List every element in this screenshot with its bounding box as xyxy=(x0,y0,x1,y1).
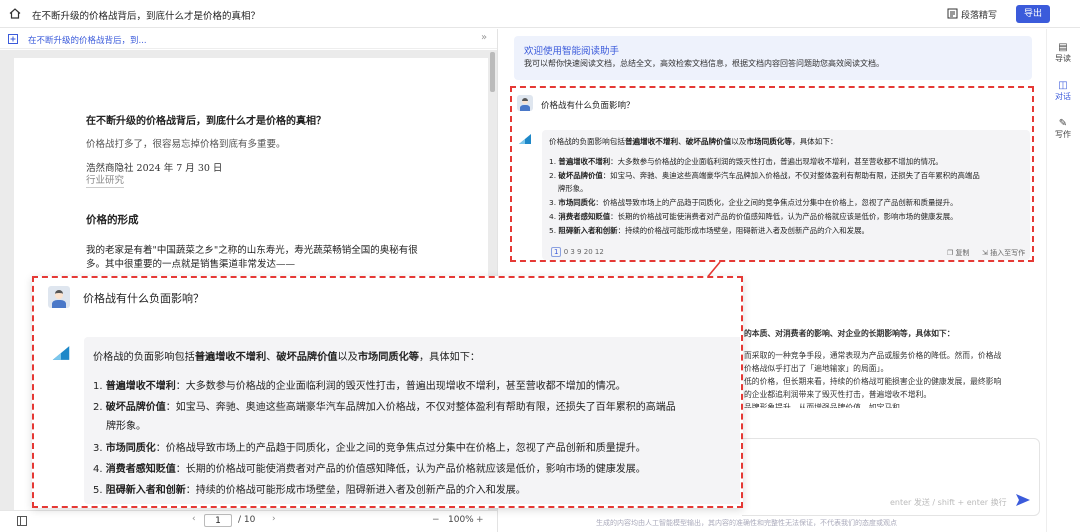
answer-item: 3. 市场同质化：价格战导致市场上的产品趋于同质化，企业之间的竞争焦点过分集中在… xyxy=(549,198,958,207)
zoom-out-button[interactable]: − xyxy=(432,515,440,525)
answer-item-continuation-zoomed: 牌形象。 xyxy=(106,421,146,432)
insert-label: 插入至写作 xyxy=(990,249,1026,257)
side-nav-item-chat[interactable]: ◫ 对话 xyxy=(1046,80,1080,102)
document-tab[interactable]: 在不断升级的价格战背后，到... xyxy=(28,34,147,46)
side-nav xyxy=(1046,29,1080,532)
answer-item-zoomed: 2. 破坏品牌价值：如宝马、奔驰、奥迪这些高端豪华汽车品牌加入价格战，不仅对整体… xyxy=(93,402,676,413)
assistant-logo-icon xyxy=(52,346,70,360)
next-page-icon[interactable]: › xyxy=(272,514,276,524)
bg-answer-line: 低的价格，但长期来看，持续的价格战可能损害企业的健康发展，最终影响 xyxy=(744,377,1002,386)
sidebar-toggle-icon[interactable] xyxy=(17,516,27,526)
input-hint: enter 发送 / shift + enter 换行 xyxy=(890,498,1007,507)
insert-to-writing-button[interactable]: ⇲ 插入至写作 xyxy=(982,248,1025,258)
side-nav-label: 写作 xyxy=(1055,130,1071,139)
export-label: 导出 xyxy=(1023,9,1042,19)
copy-button[interactable]: ❐ 复制 xyxy=(947,248,970,258)
prev-page-icon[interactable]: ‹ xyxy=(192,514,196,524)
reference-icon: 1 xyxy=(551,247,562,257)
collapse-icon[interactable]: » xyxy=(481,32,487,43)
document-title: 在不断升级的价格战背后，到底什么才是价格的真相？ xyxy=(32,11,261,22)
home-icon[interactable] xyxy=(9,8,21,19)
doc-heading: 在不断升级的价格战背后，到底什么才是价格的真相？ xyxy=(86,116,326,127)
welcome-description: 我可以帮你快速阅读文档，总结全文，高效检索文档信息，根据文档内容回答问题助您高效… xyxy=(524,59,884,68)
answer-intro: 价格战的负面影响包括普遍增收不增利、破坏品牌价值以及市场同质化等，具体如下： xyxy=(549,137,838,146)
disclaimer: 生成的内容均由人工智能模型输出，其内容的准确性和完整性无法保证，不代表我们的态度… xyxy=(596,519,897,527)
doc-lead: 价格战打多了，很容易忘掉价格到底有多重要。 xyxy=(86,139,286,150)
answer-item-zoomed: 4. 消费者感知贬值：长期的价格战可能使消费者对产品的价值感知降低，认为产品价格… xyxy=(93,464,646,475)
copy-label: 复制 xyxy=(955,249,970,257)
reader-scrollbar[interactable] xyxy=(490,52,495,92)
bg-answer-line: 而采取的一种竞争手段，通常表现为产品或服务价格的降低。然而，价格战 xyxy=(744,351,1002,360)
side-nav-label: 对话 xyxy=(1055,92,1071,101)
page-total: / 10 xyxy=(238,515,256,525)
add-icon[interactable] xyxy=(8,34,18,44)
answer-item: 4. 消费者感知贬值：长期的价格战可能使消费者对产品的价值感知降低，认为产品价格… xyxy=(549,212,958,221)
side-nav-label: 导读 xyxy=(1055,54,1071,63)
page-number-input[interactable]: 1 xyxy=(204,514,232,527)
app-window: 在不断升级的价格战背后，到底什么才是价格的真相？ 段落精写 导出 在不断升级的价… xyxy=(0,0,1080,532)
welcome-title: 欢迎使用智能阅读助手 xyxy=(524,46,620,57)
zoom-in-button[interactable]: + xyxy=(476,515,484,525)
answer-intro-zoomed: 价格战的负面影响包括普遍增收不增利、破坏品牌价值以及市场同质化等，具体如下： xyxy=(93,352,481,363)
send-icon[interactable] xyxy=(1015,493,1031,507)
user-avatar xyxy=(517,95,533,111)
bg-answer-line: 的本质、对消费者的影响、对企业的长期影响等，具体如下： xyxy=(744,329,955,338)
zoom-level[interactable]: 100% xyxy=(448,515,474,525)
answer-item-zoomed: 3. 市场同质化：价格战导致市场上的产品趋于同质化，企业之间的竞争焦点过分集中在… xyxy=(93,443,646,454)
answer-item-zoomed: 5. 阻碍新入者和创新：持续的价格战可能形成市场壁垒，阻碍新进入者及创新产品的介… xyxy=(93,485,526,496)
guide-icon: ▤ xyxy=(1058,42,1068,53)
doc-section-heading: 价格的形成 xyxy=(86,214,139,226)
paragraph-rewrite-icon xyxy=(947,8,958,19)
reference-list[interactable]: 1 0 3 9 20 12 xyxy=(551,247,604,257)
answer-item: 1. 普遍增收不增利：大多数参与价格战的企业面临利润的毁灭性打击，普遍出现增收不… xyxy=(549,157,943,166)
side-nav-item-write[interactable]: ✎ 写作 xyxy=(1046,118,1080,140)
answer-item-continuation: 牌形象。 xyxy=(558,184,588,193)
side-nav-item-guide[interactable]: ▤ 导读 xyxy=(1046,42,1080,64)
answer-item: 2. 破坏品牌价值：如宝马、奔驰、奥迪这些高端豪华汽车品牌加入价格战，不仅对整体… xyxy=(549,171,980,180)
assistant-logo-icon xyxy=(519,134,531,144)
answer-card xyxy=(542,130,1030,260)
doc-paragraph-line: 我的老家是有着"中国蔬菜之乡"之称的山东寿光，寿光蔬菜畅销全国的奥秘有很 xyxy=(86,245,418,256)
reference-numbers: 0 3 9 20 12 xyxy=(563,248,604,256)
user-question-zoomed: 价格战有什么负面影响？ xyxy=(83,292,204,305)
answer-item-zoomed: 1. 普遍增收不增利：大多数参与价格战的企业面临利润的毁灭性打击，普遍出现增收不… xyxy=(93,381,626,392)
write-icon: ✎ xyxy=(1058,118,1068,129)
user-question: 价格战有什么负面影响？ xyxy=(541,101,635,111)
bg-answer-line: 价格战似乎打出了「遍地输家」的局面」。 xyxy=(744,364,889,373)
doc-paragraph-line: 多。其中很重要的一点就是销售渠道非常发达—— xyxy=(86,259,296,270)
answer-item: 5. 阻碍新入者和创新：持续的价格战可能形成市场壁垒，阻碍新进入者及创新产品的介… xyxy=(549,226,869,235)
user-avatar-zoomed xyxy=(48,286,70,308)
export-button[interactable]: 导出 xyxy=(1016,5,1050,23)
paragraph-rewrite-button[interactable]: 段落精写 xyxy=(961,8,997,21)
bg-answer-line: 品牌形象提升，从而增强品牌价值，如宝马和... xyxy=(744,403,908,408)
chat-icon: ◫ xyxy=(1058,80,1068,91)
bg-answer-line: 的企业都追利润带来了毁灭性打击，普遍增收不增利。 xyxy=(744,390,932,399)
doc-tag: 行业研究 xyxy=(86,172,125,188)
